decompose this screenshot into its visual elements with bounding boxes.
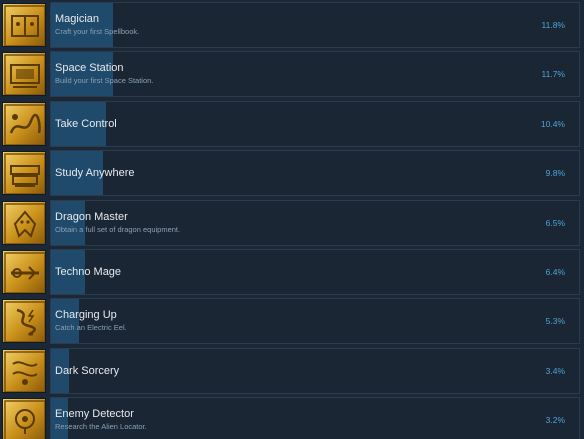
achievement-description: Craft your first Spellbook. xyxy=(55,27,140,36)
achievement-panel: Magician Craft your first Spellbook. 11.8% xyxy=(50,2,580,48)
unlock-percentage: 11.8% xyxy=(541,20,565,30)
achievement-panel: Study Anywhere 9.8% xyxy=(50,150,580,197)
achievement-panel: Charging Up Catch an Electric Eel. 5.3% xyxy=(50,298,580,345)
dragon-icon xyxy=(2,200,46,245)
achievement-row[interactable]: Charging Up Catch an Electric Eel. 5.3% xyxy=(0,298,584,345)
achievement-title: Techno Mage xyxy=(55,266,122,278)
unlock-percentage: 3.2% xyxy=(545,415,565,426)
achievement-row[interactable]: Take Control 10.4% xyxy=(0,100,584,148)
achievement-title: Magician xyxy=(55,13,100,25)
achievement-row[interactable]: Space Station Build your first Space Stat… xyxy=(0,51,584,98)
spellbook-icon xyxy=(2,3,46,47)
achievement-title: Take Control xyxy=(55,117,117,130)
dragon-coil-icon xyxy=(2,101,46,146)
achievement-title: Dragon Master xyxy=(55,210,128,223)
achievement-row[interactable]: Magician Craft your first Spellbook. 11.8% xyxy=(0,2,584,49)
achievement-panel: Enemy Detector Research the Alien Locator… xyxy=(50,397,580,439)
achievement-description: Build your first Space Station. xyxy=(55,76,154,86)
achievement-title: Space Station xyxy=(55,62,124,75)
techno-staff-icon xyxy=(2,250,46,294)
achievement-title: Dark Sorcery xyxy=(55,364,120,377)
achievement-list: Magician Craft your first Spellbook. 11.8%… xyxy=(0,0,584,439)
unlock-percentage: 5.3% xyxy=(545,316,565,327)
achievement-title: Study Anywhere xyxy=(55,167,135,180)
achievement-title: Charging Up xyxy=(55,309,117,322)
achievement-panel: Dragon Master Obtain a full set of dragon… xyxy=(50,199,580,246)
achievement-title: Enemy Detector xyxy=(55,408,134,421)
achievement-row[interactable]: Study Anywhere 9.8% xyxy=(0,150,584,197)
unlock-percentage: 9.8% xyxy=(545,168,565,179)
unlock-percentage: 6.4% xyxy=(545,267,565,277)
achievement-description: Catch an Electric Eel. xyxy=(55,323,127,333)
achievement-panel: Techno Mage 6.4% xyxy=(50,249,580,295)
unlock-percentage: 11.7% xyxy=(541,69,565,80)
achievement-row[interactable]: Dark Sorcery 3.4% xyxy=(0,347,584,395)
alien-locator-icon xyxy=(2,398,46,439)
unlock-percentage: 6.5% xyxy=(545,217,565,228)
achievement-row[interactable]: Dragon Master Obtain a full set of dragon… xyxy=(0,199,584,247)
achievement-panel: Dark Sorcery 3.4% xyxy=(50,347,580,394)
dark-sorcery-icon xyxy=(2,348,46,393)
achievement-row[interactable]: Enemy Detector Research the Alien Locator… xyxy=(0,397,584,439)
achievement-description: Research the Alien Locator. xyxy=(55,422,147,432)
portable-desk-icon xyxy=(2,151,46,196)
achievement-panel: Space Station Build your first Space Stat… xyxy=(50,51,580,98)
achievement-panel: Take Control 10.4% xyxy=(50,100,580,147)
electric-eel-icon xyxy=(2,299,46,344)
unlock-percentage: 10.4% xyxy=(540,118,565,129)
unlock-percentage: 3.4% xyxy=(545,365,565,376)
space-station-icon xyxy=(2,52,46,97)
achievement-description: Obtain a full set of dragon equipment. xyxy=(55,224,181,234)
achievement-row[interactable]: Techno Mage 6.4% xyxy=(0,249,584,296)
